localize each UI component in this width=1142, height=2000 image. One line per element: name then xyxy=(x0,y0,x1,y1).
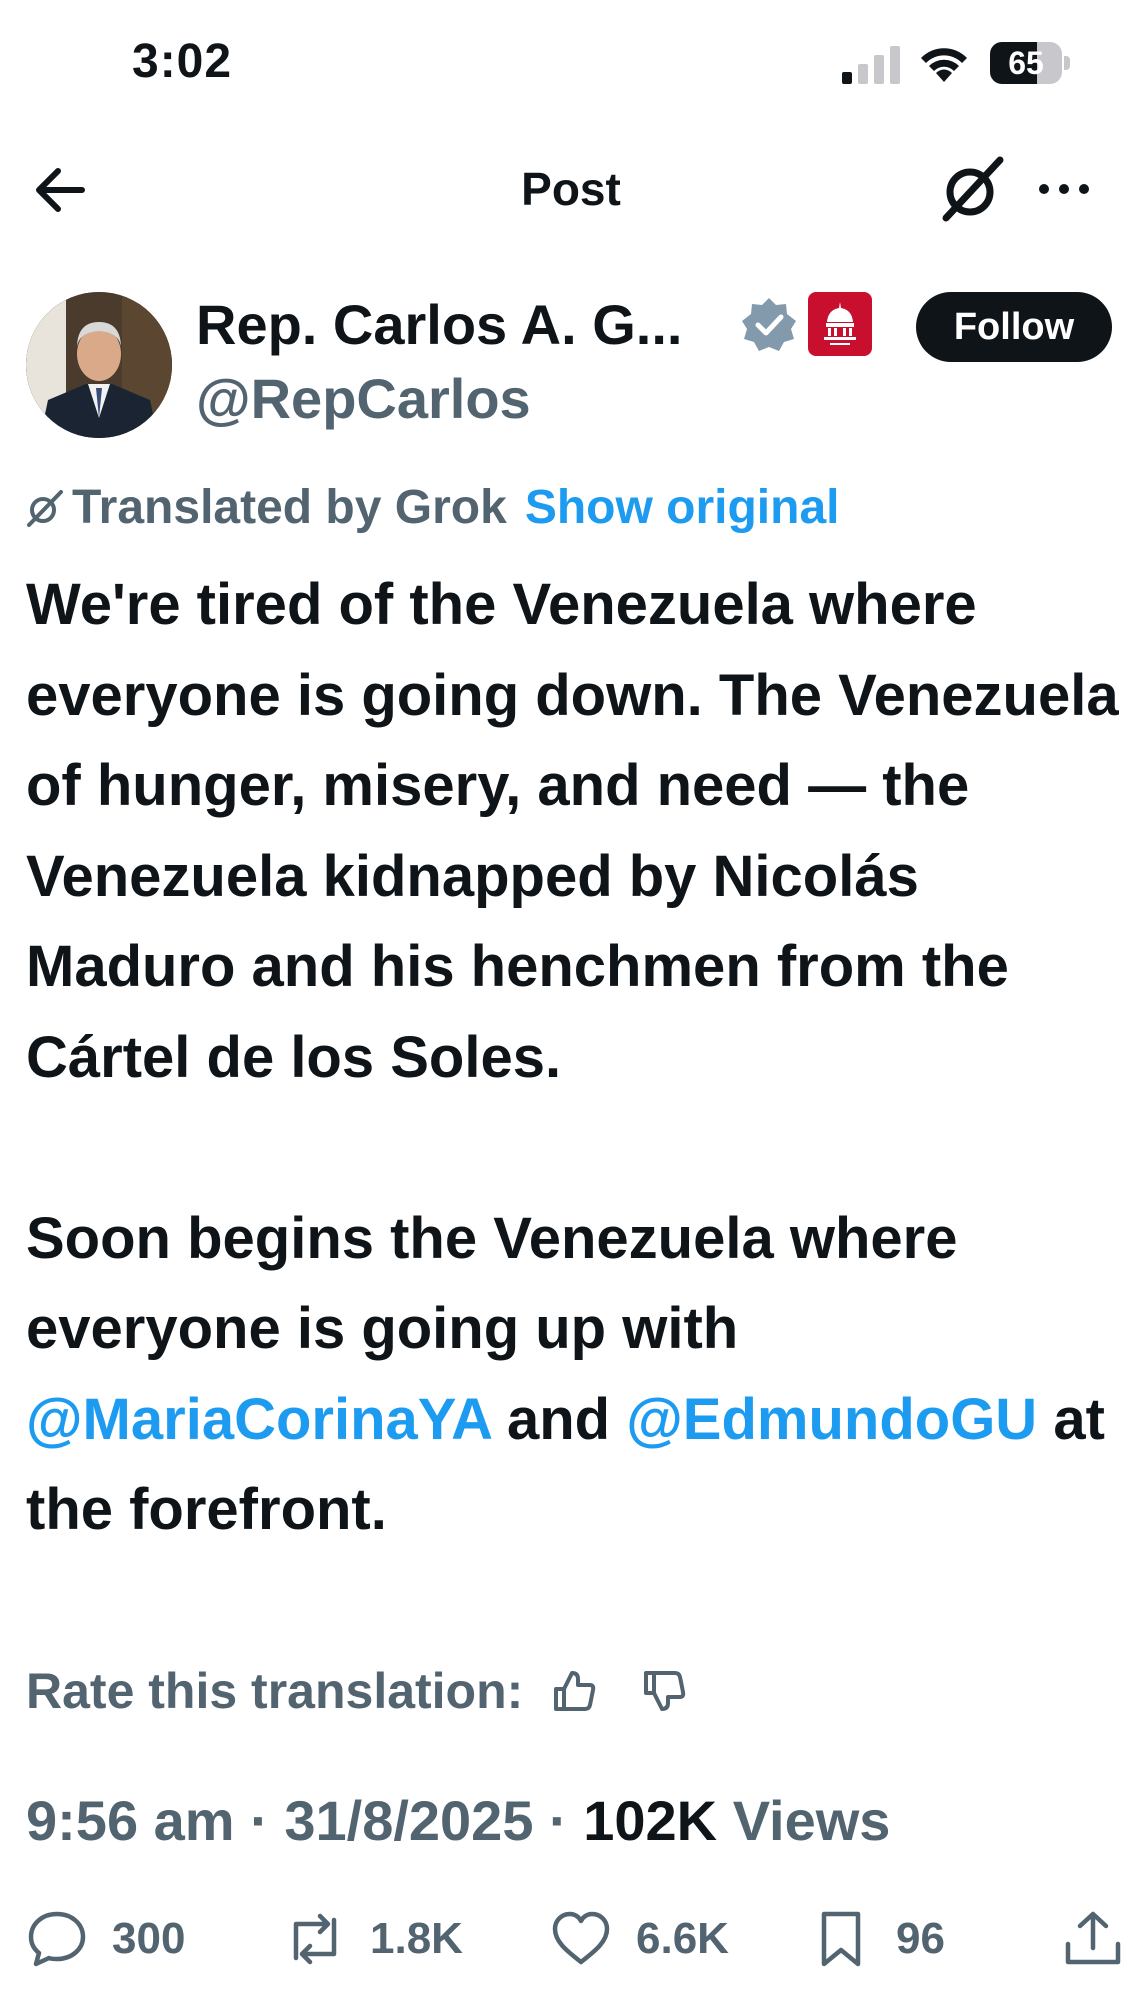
rate-translation: Rate this translation: xyxy=(26,1662,688,1732)
back-arrow-icon[interactable] xyxy=(30,162,90,218)
reply-icon xyxy=(28,1911,86,1967)
bookmark-button[interactable]: 96 xyxy=(810,1900,980,1980)
avatar[interactable] xyxy=(26,292,172,438)
translation-banner: Translated by Grok Show original xyxy=(26,480,839,540)
bookmark-icon xyxy=(821,1911,861,1967)
views-count: 102K xyxy=(583,1789,718,1852)
like-icon xyxy=(552,1911,610,1965)
tweet-text: We're tired of the Venezuela where every… xyxy=(26,560,1126,1556)
wifi-icon xyxy=(921,48,967,82)
author-handle[interactable]: @RepCarlos xyxy=(196,366,531,431)
reply-count: 300 xyxy=(112,1914,186,1963)
mention-link[interactable]: @MariaCorinaYA xyxy=(26,1387,491,1452)
status-bar: 3:02 65 xyxy=(0,0,1142,130)
repost-icon xyxy=(293,1913,337,1965)
repost-button[interactable]: 1.8K xyxy=(284,1900,474,1980)
tweet-text-segment: and xyxy=(506,1386,611,1452)
grok-icon xyxy=(27,490,63,527)
share-icon xyxy=(1065,1911,1121,1965)
tweet-paragraph: We're tired of the Venezuela where every… xyxy=(26,572,1119,1090)
like-count: 6.6K xyxy=(636,1914,729,1963)
status-time: 3:02 xyxy=(132,35,233,88)
post-date[interactable]: 31/8/2025 xyxy=(284,1789,533,1852)
house-gop-badge[interactable] xyxy=(808,292,872,356)
post-time[interactable]: 9:56 am xyxy=(26,1789,235,1852)
post-meta: 9:56 am · 31/8/2025 · 102K Views xyxy=(26,1789,891,1852)
grok-icon[interactable] xyxy=(940,156,1006,222)
signal-icon xyxy=(842,46,900,84)
translated-label: Translated by Grok xyxy=(72,481,507,534)
author-name[interactable]: Rep. Carlos A. G... xyxy=(196,292,682,357)
repost-count: 1.8K xyxy=(370,1914,463,1963)
battery-icon: 65 xyxy=(990,42,1070,84)
rate-label: Rate this translation: xyxy=(26,1663,524,1719)
reply-button[interactable]: 300 xyxy=(26,1900,206,1980)
thumbs-down-icon[interactable] xyxy=(640,1667,688,1715)
follow-button[interactable]: Follow xyxy=(916,292,1112,362)
more-icon[interactable] xyxy=(1034,164,1094,214)
show-original-link[interactable]: Show original xyxy=(525,481,840,534)
verified-icon xyxy=(742,298,796,351)
nav-bar: Post xyxy=(0,150,1142,230)
views-label: Views xyxy=(732,1789,891,1852)
tweet-paragraph: Soon begins the Venezuela where everyone… xyxy=(26,1194,1126,1556)
thumbs-up-icon[interactable] xyxy=(550,1667,598,1715)
battery-level: 65 xyxy=(1008,45,1044,81)
like-button[interactable]: 6.6K xyxy=(550,1900,740,1980)
bookmark-count: 96 xyxy=(896,1914,945,1963)
share-button[interactable] xyxy=(1062,1900,1128,1980)
action-bar: 300 1.8K 6.6K 96 xyxy=(0,1900,1142,1980)
author-header: Rep. Carlos A. G... @RepCarlos Follow xyxy=(0,292,1142,442)
mention-link[interactable]: @EdmundoGU xyxy=(626,1387,1037,1452)
tweet-text-segment: Soon begins the Venezuela where everyone… xyxy=(26,1205,958,1362)
